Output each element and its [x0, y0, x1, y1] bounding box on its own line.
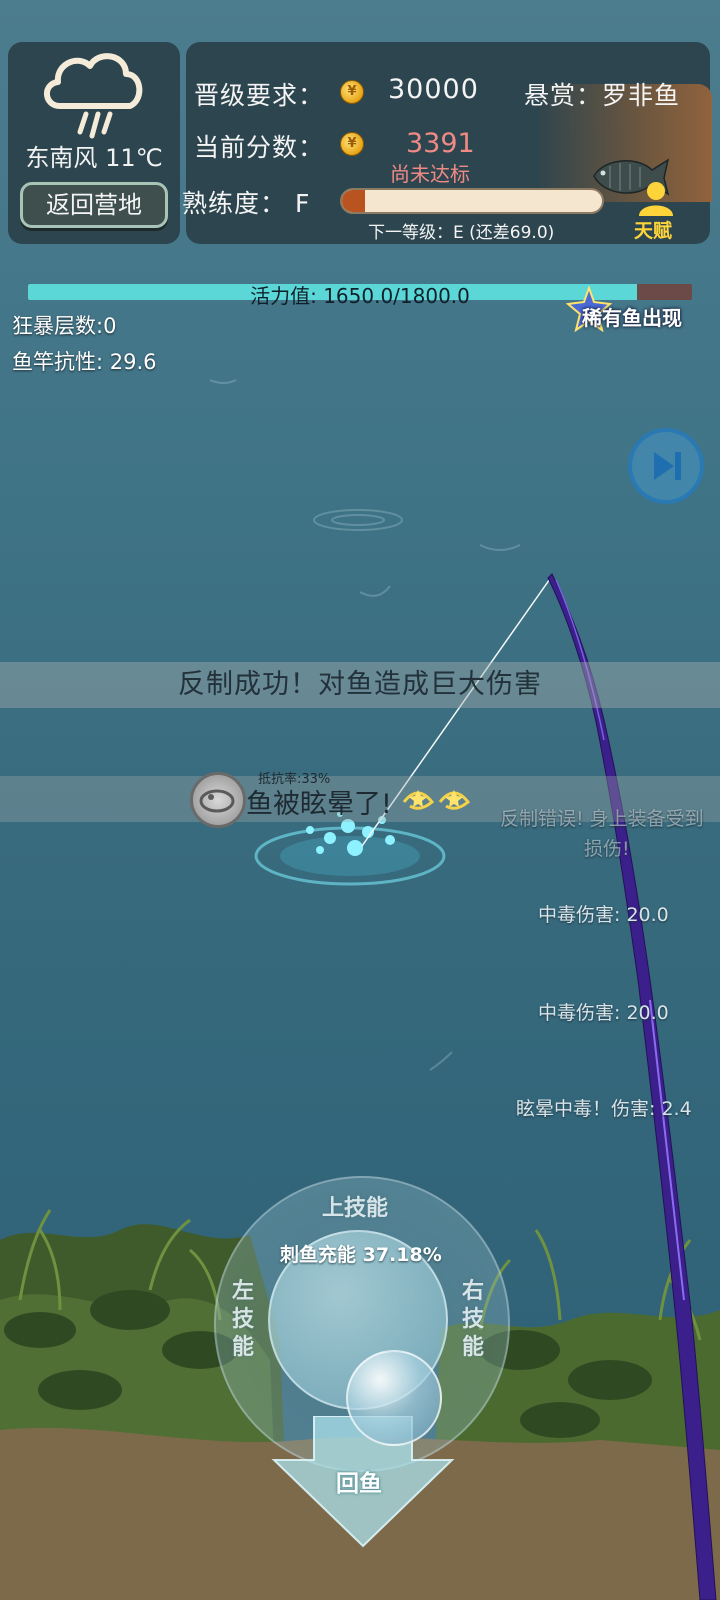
coin-icon: ¥	[340, 132, 364, 156]
rare-fish-label: 稀有鱼出现	[582, 306, 682, 330]
right-skill-label: 右技能	[462, 1279, 485, 1360]
counter-error-text-2: 损伤!	[584, 838, 630, 860]
bounty-label: 悬赏：罗非鱼	[524, 81, 681, 110]
stab-charge-label: 刺鱼充能 37.18%	[280, 1244, 442, 1266]
reel-in-label: 回鱼	[336, 1471, 382, 1497]
fish-portrait-icon	[190, 772, 246, 828]
right-skill-button[interactable]: 右技能	[462, 1278, 488, 1362]
proficiency-label-text: 熟练度：	[182, 189, 287, 218]
current-score-label: 当前分数：	[194, 133, 325, 162]
talent-label: 天赋	[634, 220, 673, 242]
stunned-text: 鱼被眩晕了!	[246, 789, 392, 820]
fish-face-icon	[199, 789, 235, 813]
skip-forward-icon	[654, 452, 681, 480]
current-score-status: 尚未达标	[390, 162, 470, 186]
promotion-requirement-value: 30000	[388, 74, 479, 105]
current-score-value: 3391	[406, 128, 475, 159]
stun-poison-damage-text: 眩晕中毒！伤害: 2.4	[516, 1098, 692, 1120]
return-camp-button[interactable]: 返回营地	[20, 182, 168, 228]
rod-resistance: 鱼竿抗性: 29.6	[12, 350, 157, 374]
proficiency-label: 熟练度： F	[182, 184, 310, 220]
talent-icon	[639, 182, 673, 216]
rage-stack-count: 狂暴层数:0	[12, 314, 117, 338]
coin-icon: ¥	[340, 80, 364, 104]
next-level-text: 下一等级：E (还差69.0)	[368, 223, 555, 243]
left-skill-button[interactable]: 左技能	[232, 1278, 258, 1362]
counter-success-banner: 反制成功！对鱼造成巨大伤害	[0, 662, 720, 708]
up-skill-button[interactable]: 上技能	[322, 1190, 388, 1222]
weather-panel: 东南风 11℃ 返回营地	[8, 42, 180, 244]
poison-damage-text: 中毒伤害: 20.0	[538, 904, 669, 926]
rain-cloud-icon	[44, 53, 143, 139]
proficiency-bar	[340, 188, 604, 214]
proficiency-bar-fill	[342, 190, 366, 212]
counter-error-text: 反制错误! 身上装备受到	[500, 808, 704, 830]
promotion-requirement-label: 晋级要求：	[194, 81, 325, 110]
proficiency-grade: F	[294, 189, 311, 218]
left-skill-label: 左技能	[232, 1279, 255, 1360]
dizzy-stars-icon	[402, 790, 471, 810]
weather-text: 东南风 11℃	[25, 144, 163, 172]
talent-button[interactable]: 天赋	[628, 180, 684, 242]
poison-damage-text-2: 中毒伤害: 20.0	[538, 1002, 669, 1024]
joystick-knob[interactable]	[346, 1350, 442, 1446]
skip-button[interactable]	[628, 428, 704, 504]
